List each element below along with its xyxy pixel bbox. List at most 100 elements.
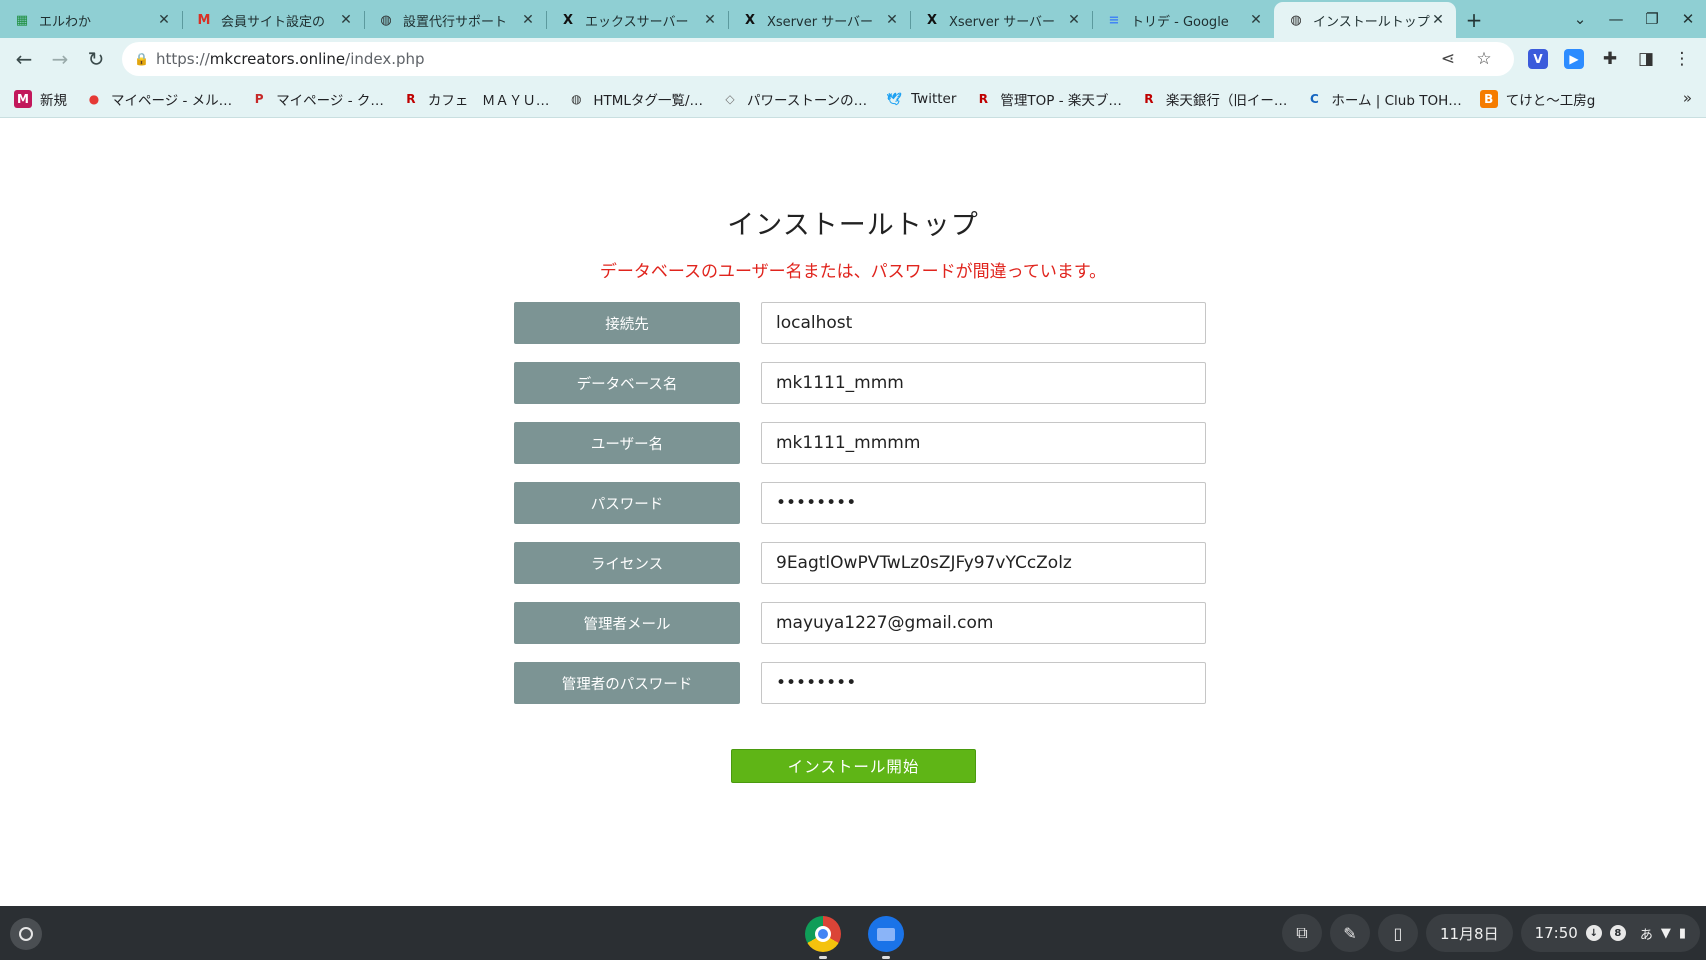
notification-count-badge: 8 [1609, 925, 1626, 941]
share-button[interactable]: ⋖ [1430, 49, 1466, 69]
tab-3[interactable]: ◍ 設置代行サポート ✕ [364, 2, 546, 38]
bookmark-label: カフェ ＭＡＹＵ… [427, 92, 550, 109]
bookmark-label: てけと〜工房g [1505, 92, 1596, 109]
field-input-1[interactable] [761, 302, 1206, 344]
side-panel-icon: ◨ [1637, 49, 1655, 69]
bookmark-2[interactable]: ● マイページ - メル… [85, 89, 232, 109]
bookmark-8[interactable]: R 管理TOP - 楽天ブ… [974, 89, 1122, 109]
tab-1[interactable]: ▦ エルわか ✕ [0, 2, 182, 38]
extension-v-button[interactable]: V [1520, 41, 1556, 77]
tab-6[interactable]: X Xserver サーバー ✕ [910, 2, 1092, 38]
more-bookmarks-icon[interactable]: » [1683, 89, 1692, 107]
extension-video-button[interactable]: ▶ [1556, 41, 1592, 77]
form-row: データベース名 [514, 362, 1206, 404]
url-host: mkcreators.online [209, 50, 346, 68]
tab-close-button[interactable]: ✕ [156, 12, 172, 28]
tab-5[interactable]: X Xserver サーバー ✕ [728, 2, 910, 38]
globe-icon: ◍ [571, 91, 582, 106]
field-label: パスワード [514, 482, 740, 524]
files-app-button[interactable] [867, 915, 905, 959]
bookmark-5[interactable]: ◍ HTMLタグ一覧/… [567, 89, 703, 109]
tab-title: エックスサーバー [585, 14, 689, 30]
bookmark-4[interactable]: R カフェ ＭＡＹＵ… [402, 89, 550, 109]
bookmark-11[interactable]: B てけと〜工房g [1479, 89, 1596, 109]
field-input-6[interactable] [761, 602, 1206, 644]
star-icon: ☆ [1476, 49, 1492, 69]
address-bar[interactable]: 🔒 https://mkcreators.online/index.php ⋖ … [122, 42, 1514, 76]
restore-button[interactable]: ❐ [1634, 1, 1670, 37]
phone-hub-button[interactable]: ▯ [1377, 914, 1418, 952]
field-input-2[interactable] [761, 362, 1206, 404]
tab-strip: ▦ エルわか ✕ M 会員サイト設定の ✕ ◍ 設置代行サポート ✕ X エックスサーバー ✕ X Xse… [0, 0, 1706, 38]
tab-title: 設置代行サポート [403, 14, 508, 30]
tab-title: インストールトップ [1313, 14, 1430, 30]
x-icon: X [926, 12, 938, 28]
tab-title: Xserver サーバー [949, 14, 1056, 30]
tab-close-button[interactable]: ✕ [338, 12, 354, 28]
field-input-3[interactable] [761, 422, 1206, 464]
bookmark-9[interactable]: R 楽天銀行（旧イー… [1140, 89, 1287, 109]
phone-icon: ▯ [1393, 923, 1403, 943]
close-window-button[interactable]: ✕ [1670, 1, 1706, 37]
date-pill[interactable]: 11月8日 [1425, 914, 1513, 952]
tab-search-button[interactable]: ⌄ [1562, 1, 1598, 37]
launcher-icon [19, 927, 33, 941]
puzzle-icon: ✚ [1602, 49, 1618, 69]
bookmark-label: マイページ - ク… [276, 92, 384, 109]
tab-8[interactable]: ◍ インストールトップ ✕ [1274, 2, 1456, 38]
date-text: 11月8日 [1439, 924, 1499, 943]
quick-settings-pill[interactable]: 17:50 ↓ 8 あ ▼ ▮ [1520, 914, 1700, 952]
menu-button[interactable]: ⋮ [1664, 41, 1700, 77]
screen-capture-button[interactable]: ⧉ [1281, 914, 1322, 952]
pen-icon: ✎ [1343, 923, 1357, 943]
error-message: データベースのユーザー名または、パスワードが間違っています。 [599, 262, 1107, 282]
bookmark-3[interactable]: P マイページ - ク… [250, 89, 384, 109]
new-tab-button[interactable]: + [1456, 2, 1492, 38]
chrome-app-button[interactable] [804, 915, 842, 959]
extensions-button[interactable]: ✚ [1592, 41, 1628, 77]
bookmark-10[interactable]: C ホーム | Club TOH… [1305, 89, 1462, 109]
tab-close-button[interactable]: ✕ [1248, 12, 1264, 28]
forward-button[interactable]: → [42, 41, 78, 77]
bookmark-7[interactable]: 🕊 Twitter [885, 90, 957, 108]
docs-icon: ≡ [1108, 12, 1120, 28]
url-text[interactable]: https://mkcreators.online/index.php [156, 50, 1430, 68]
back-button[interactable]: ← [6, 41, 42, 77]
tab-close-button[interactable]: ✕ [1430, 12, 1446, 28]
v-extension-icon: V [1528, 49, 1548, 69]
tab-close-button[interactable]: ✕ [702, 12, 718, 28]
minimize-icon: — [1608, 10, 1624, 28]
rakuten-icon: R [1144, 91, 1154, 106]
field-input-7[interactable] [761, 662, 1206, 704]
running-indicator [819, 956, 827, 959]
bookmark-label: 新規 [40, 92, 67, 109]
os-shelf: ⧉ ✎ ▯ 11月8日 17:50 ↓ 8 あ ▼ ▮ [0, 906, 1706, 960]
field-input-5[interactable] [761, 542, 1206, 584]
battery-icon: ▮ [1678, 925, 1686, 941]
wifi-icon: ▼ [1660, 925, 1671, 941]
minimize-button[interactable]: — [1598, 1, 1634, 37]
chrome-icon [805, 916, 841, 952]
bookmark-label: パワーストーンの… [747, 92, 868, 109]
side-panel-button[interactable]: ◨ [1628, 41, 1664, 77]
stylus-button[interactable]: ✎ [1329, 914, 1370, 952]
restore-icon: ❐ [1645, 10, 1659, 28]
field-input-4[interactable] [761, 482, 1206, 524]
bookmark-label: HTMLタグ一覧/… [593, 92, 703, 109]
reload-button[interactable]: ↻ [78, 41, 114, 77]
bookmark-6[interactable]: ◇ パワーストーンの… [721, 89, 867, 109]
launcher-button[interactable] [10, 918, 42, 950]
bookmark-label: Twitter [911, 90, 957, 107]
tab-close-button[interactable]: ✕ [520, 12, 536, 28]
bookmark-1[interactable]: M 新規 [14, 89, 67, 109]
rp-icon: P [254, 91, 264, 106]
bookmark-star-button[interactable]: ☆ [1466, 49, 1502, 69]
tab-4[interactable]: X エックスサーバー ✕ [546, 2, 728, 38]
tab-7[interactable]: ≡ トリデ - Google ✕ [1092, 2, 1274, 38]
status-tray: ⧉ ✎ ▯ 11月8日 17:50 ↓ 8 あ ▼ ▮ [1274, 914, 1700, 952]
tab-2[interactable]: M 会員サイト設定の ✕ [182, 2, 364, 38]
tab-close-button[interactable]: ✕ [884, 12, 900, 28]
tab-close-button[interactable]: ✕ [1066, 12, 1082, 28]
ime-indicator: あ [1639, 927, 1653, 943]
install-start-button[interactable]: インストール開始 [731, 749, 976, 783]
